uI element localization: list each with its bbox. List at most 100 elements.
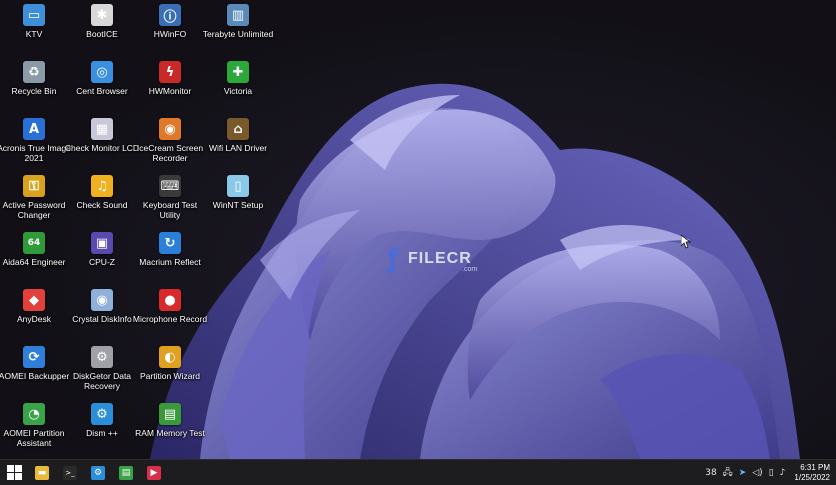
desktop-icon-label: Keyboard Test Utility xyxy=(142,200,198,220)
acronis-icon: A xyxy=(23,118,45,140)
taskbar-app-task-manager[interactable]: ▤ xyxy=(112,460,140,485)
desktop-icon-label: Dism ++ xyxy=(86,428,118,438)
desktop-icon-label: CPU-Z xyxy=(89,257,115,267)
task-manager-icon: ▤ xyxy=(119,465,133,480)
dism-taskbar-icon: ⚙ xyxy=(91,465,105,480)
winnt-setup-icon: ▯ xyxy=(227,175,249,197)
ram-icon: ▤ xyxy=(159,403,181,425)
desktop-icon-label: Macrium Reflect xyxy=(139,257,201,267)
clock-date: 1/25/2022 xyxy=(794,472,830,482)
desktop-icon-label: Partition Wizard xyxy=(140,371,200,381)
anydesk-icon: ◆ xyxy=(23,289,45,311)
key-icon: ⚿ xyxy=(23,175,45,197)
desktop-icon-label: Wifi LAN Driver xyxy=(208,143,268,153)
keyboard-icon: ⌨ xyxy=(159,175,181,197)
desktop-icon-label: HWinFO xyxy=(153,29,187,39)
windows-logo-icon xyxy=(6,465,22,480)
crystal-diskinfo-icon: ◉ xyxy=(91,289,113,311)
desktop-icon-hwinfo[interactable]: ⓘ HWinFO xyxy=(136,4,204,56)
dism-icon: ⚙ xyxy=(91,403,113,425)
desktop-icon-grid: ▭ KTV ♻ Recycle Bin A Acronis True Image 2021… xyxy=(0,0,836,459)
taskbar-app-media[interactable]: ▶ xyxy=(140,460,168,485)
desktop-icon-label: IceCream Screen Recorder xyxy=(136,143,204,163)
cent-browser-icon: ◎ xyxy=(91,61,113,83)
terabyte-icon: ▥ xyxy=(227,4,249,26)
desktop-icon-cpu-z[interactable]: ▣ CPU-Z xyxy=(68,232,136,284)
bootice-icon: ✱ xyxy=(91,4,113,26)
tray-number[interactable]: 38 xyxy=(705,468,716,478)
check-monitor-icon: ▦ xyxy=(91,118,113,140)
usb-icon[interactable]: ▯ xyxy=(769,468,774,478)
desktop-icon-label: Microphone Record xyxy=(132,314,208,324)
volume-icon[interactable]: ◁) xyxy=(752,468,762,478)
aida64-icon: 64 xyxy=(23,232,45,254)
terminal-icon: >_ xyxy=(63,465,77,480)
taskbar-app-file-explorer[interactable]: ▬ xyxy=(28,460,56,485)
system-tray: 38 🖧 ➤ ◁) ▯ ♪ 6:31 PM 1/25/2022 xyxy=(702,460,836,485)
desktop-icon-keyboard[interactable]: ⌨ Keyboard Test Utility xyxy=(136,175,204,227)
desktop-icon-label: Victoria xyxy=(223,86,253,96)
diskgetor-icon: ⚙ xyxy=(91,346,113,368)
cpu-z-icon: ▣ xyxy=(91,232,113,254)
desktop-icon-label: HWMonitor xyxy=(148,86,192,96)
desktop-icon-recycle-bin[interactable]: ♻ Recycle Bin xyxy=(0,61,68,113)
victoria-icon: ✚ xyxy=(227,61,249,83)
desktop-icon-wifi-lan[interactable]: ⌂ Wifi LAN Driver xyxy=(204,118,272,170)
desktop-icon-icecream[interactable]: ◉ IceCream Screen Recorder xyxy=(136,118,204,170)
desktop-icon-terabyte[interactable]: ▥ Terabyte Unlimited xyxy=(203,4,273,56)
desktop-icon-dism[interactable]: ⚙ Dism ++ xyxy=(68,403,136,455)
desktop-icon-label: Crystal DiskInfo xyxy=(72,314,132,324)
desktop-icon-label: RAM Memory Test xyxy=(135,428,205,438)
sound-icon: ♫ xyxy=(91,175,113,197)
desktop-icon-label: Check Monitor LCD xyxy=(64,143,140,153)
desktop-icon-aomei-backupper[interactable]: ⟳ AOMEI Backupper xyxy=(0,346,69,398)
desktop-icon-label: Active Password Changer xyxy=(2,200,66,220)
taskbar-pinned-apps: ▬ >_ ⚙ ▤ ▶ xyxy=(28,460,168,485)
clock[interactable]: 6:31 PM 1/25/2022 xyxy=(794,463,830,483)
desktop-icon-acronis[interactable]: A Acronis True Image 2021 xyxy=(0,118,71,170)
macrium-icon: ↻ xyxy=(159,232,181,254)
clock-time: 6:31 PM xyxy=(800,462,830,472)
desktop-icon-aida64[interactable]: 64 Aida64 Engineer xyxy=(0,232,68,284)
desktop-icon-label: Check Sound xyxy=(76,200,128,210)
desktop-icon-crystal-diskinfo[interactable]: ◉ Crystal DiskInfo xyxy=(68,289,136,341)
media-icon: ▶ xyxy=(147,465,161,480)
partition-wizard-icon: ◐ xyxy=(159,346,181,368)
aomei-backupper-icon: ⟳ xyxy=(23,346,45,368)
speaker-icon[interactable]: ♪ xyxy=(780,468,786,478)
start-button[interactable] xyxy=(0,460,28,485)
desktop-icon-victoria[interactable]: ✚ Victoria xyxy=(204,61,272,113)
wifi-lan-icon: ⌂ xyxy=(227,118,249,140)
desktop-icon-key[interactable]: ⚿ Active Password Changer xyxy=(0,175,68,227)
desktop-icon-hwmonitor[interactable]: ϟ HWMonitor xyxy=(136,61,204,113)
desktop-icon-sound[interactable]: ♫ Check Sound xyxy=(68,175,136,227)
network-icon[interactable]: 🖧 xyxy=(723,465,733,481)
desktop-icon-cent-browser[interactable]: ◎ Cent Browser xyxy=(68,61,136,113)
desktop-icon-monitor[interactable]: ▭ KTV xyxy=(0,4,68,56)
taskbar-app-dism-taskbar[interactable]: ⚙ xyxy=(84,460,112,485)
desktop-icon-anydesk[interactable]: ◆ AnyDesk xyxy=(0,289,68,341)
desktop-icon-diskgetor[interactable]: ⚙ DiskGetor Data Recovery xyxy=(68,346,136,398)
filecr-watermark: ƒ FILECR .com xyxy=(378,244,477,274)
desktop-icon-label: AOMEI Backupper xyxy=(0,371,70,381)
desktop-icon-winnt-setup[interactable]: ▯ WinNT Setup xyxy=(204,175,272,227)
desktop-icon-macrium[interactable]: ↻ Macrium Reflect xyxy=(136,232,204,284)
taskbar-app-terminal[interactable]: >_ xyxy=(56,460,84,485)
desktop-icon-label: BootICE xyxy=(86,29,118,39)
desktop-icon-check-monitor[interactable]: ▦ Check Monitor LCD xyxy=(65,118,139,170)
desktop-icon-label: Terabyte Unlimited xyxy=(202,29,274,39)
desktop-icon-ram[interactable]: ▤ RAM Memory Test xyxy=(135,403,205,455)
hwmonitor-icon: ϟ xyxy=(159,61,181,83)
desktop-icon-label: KTV xyxy=(25,29,43,39)
desktop-icon-partition-wizard[interactable]: ◐ Partition Wizard xyxy=(136,346,204,398)
desktop-icon-label: Acronis True Image 2021 xyxy=(0,143,71,163)
desktop-icon-label: WinNT Setup xyxy=(212,200,264,210)
watermark-sub: .com xyxy=(462,266,478,273)
desktop-icon-microphone[interactable]: ● Microphone Record xyxy=(133,289,207,341)
desktop-icon-label: Cent Browser xyxy=(76,86,128,96)
hwinfo-icon: ⓘ xyxy=(159,4,181,26)
desktop-icon-bootice[interactable]: ✱ BootICE xyxy=(68,4,136,56)
desktop-icon-label: Aida64 Engineer xyxy=(2,257,66,267)
desktop-icon-aomei-partition[interactable]: ◔ AOMEI Partition Assistant xyxy=(0,403,68,455)
pointer-icon[interactable]: ➤ xyxy=(739,468,747,478)
